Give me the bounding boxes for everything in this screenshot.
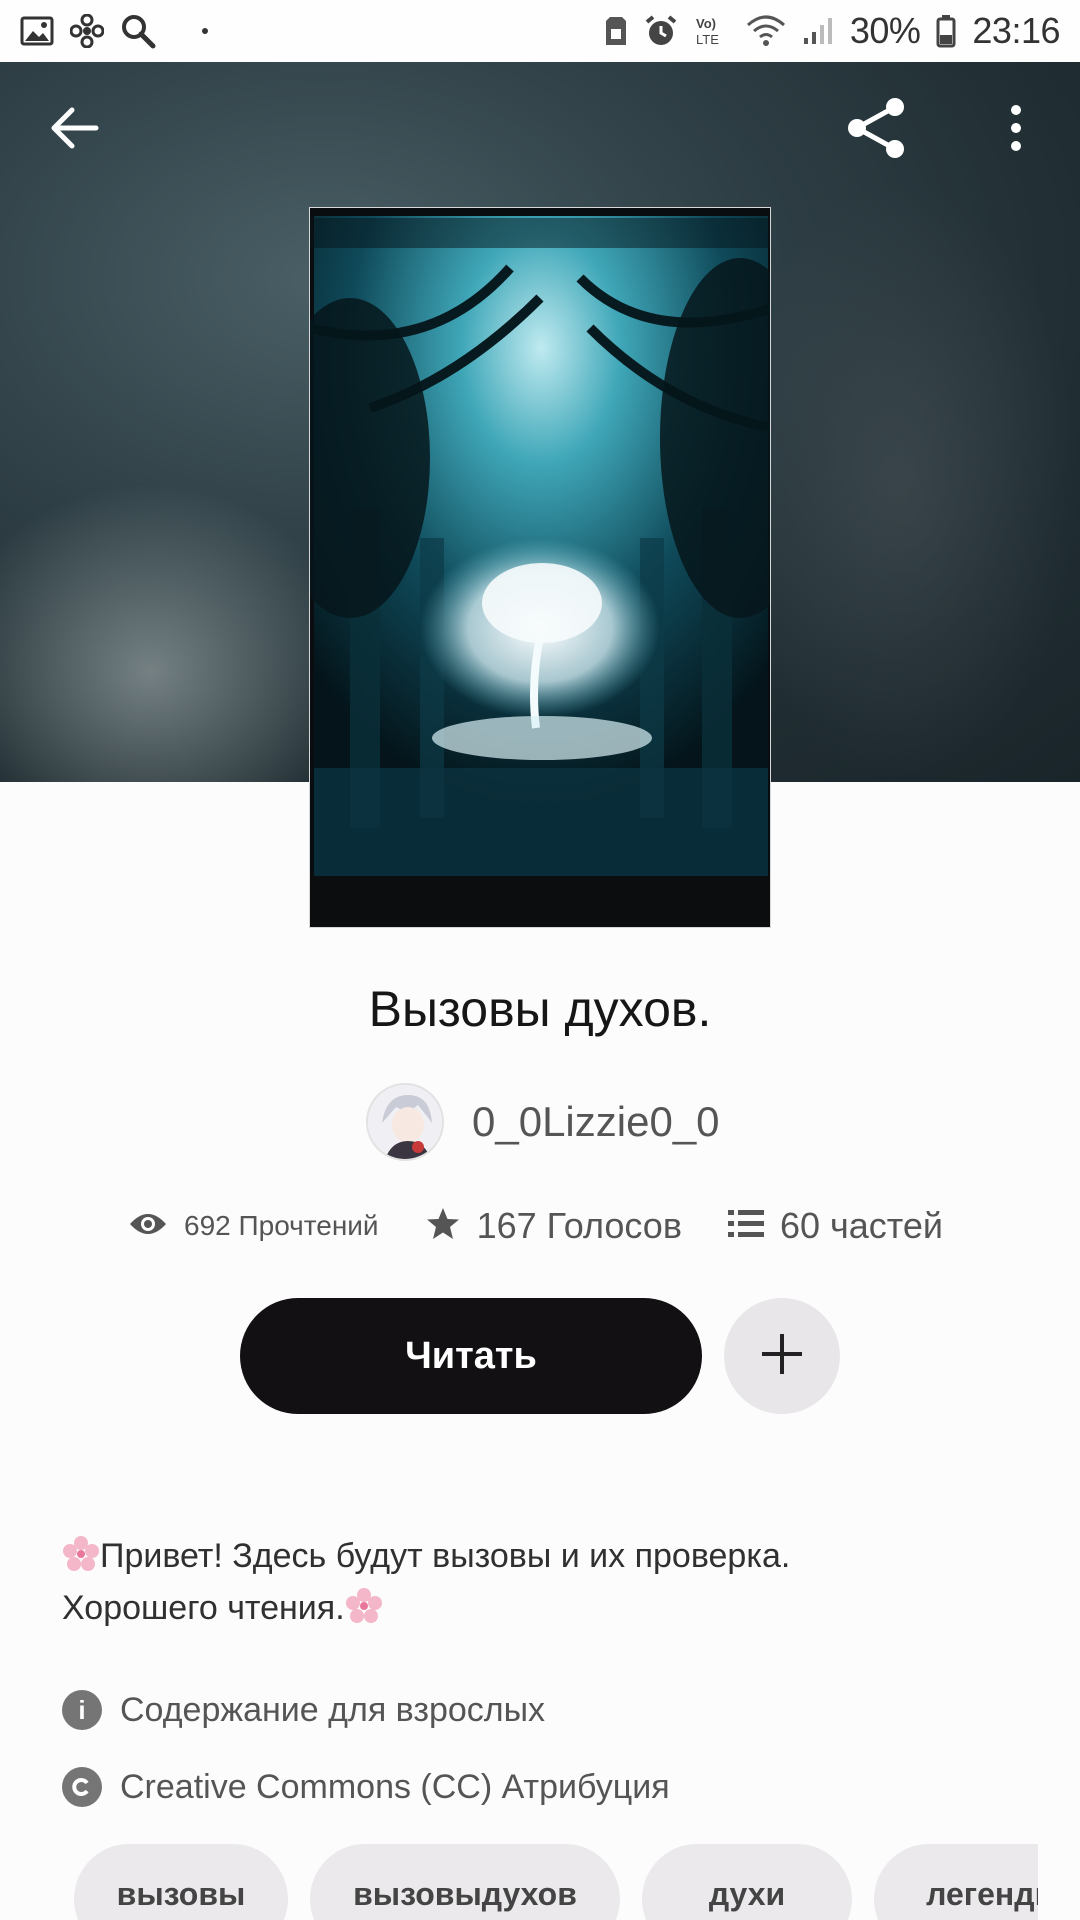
svg-text:Vo): Vo)	[696, 16, 716, 31]
author-link[interactable]: 0_0Lizzie0_0	[366, 1082, 720, 1162]
license-row: Creative Commons (CC) Атрибуция	[62, 1767, 670, 1807]
plus-icon	[760, 1332, 804, 1381]
share-button[interactable]	[848, 97, 908, 160]
tag-chip[interactable]: легенды	[874, 1844, 1038, 1920]
more-vertical-icon	[1008, 104, 1024, 157]
share-icon	[845, 95, 911, 166]
notification-dot-icon	[202, 28, 208, 34]
cherry-blossom-icon	[62, 1535, 100, 1573]
more-options-button[interactable]	[986, 100, 1046, 160]
wifi-icon	[746, 15, 786, 47]
parts-count[interactable]: 60 частей	[780, 1205, 943, 1247]
avatar[interactable]	[366, 1083, 444, 1161]
copyright-icon	[62, 1767, 102, 1807]
eye-icon	[128, 1210, 168, 1243]
read-button[interactable]: Читать	[240, 1298, 702, 1414]
story-description: Привет! Здесь будут вызовы и их проверка…	[62, 1530, 1022, 1634]
tag-chip[interactable]: вызовыдухов	[310, 1844, 620, 1920]
parts-stat[interactable]: 60 частей	[727, 1205, 943, 1247]
battery-percent: 30%	[849, 10, 921, 51]
reads-stat: 692 Прочтений	[128, 1210, 379, 1243]
search-icon	[120, 13, 156, 49]
author-name[interactable]: 0_0Lizzie0_0	[472, 1098, 720, 1146]
signal-icon	[802, 16, 834, 46]
description-line-1: Привет! Здесь будут вызовы и их проверка…	[100, 1537, 791, 1575]
tag-list: вызовы вызовыдухов духи легенды	[74, 1844, 1038, 1920]
list-icon	[727, 1208, 764, 1245]
votes-stat: 167 Голосов	[425, 1205, 682, 1247]
info-icon: i	[62, 1690, 102, 1730]
sim-icon	[604, 15, 628, 47]
status-bar: Vo) LTE 30% 23:16	[0, 0, 1080, 62]
tag-chip[interactable]: духи	[642, 1844, 852, 1920]
mature-content-row: i Содержание для взрослых	[62, 1690, 545, 1730]
add-to-library-button[interactable]	[724, 1298, 840, 1414]
tag-chip[interactable]: вызовы	[74, 1844, 288, 1920]
license-label: Creative Commons (CC) Атрибуция	[120, 1767, 670, 1806]
gallery-icon	[20, 16, 54, 46]
back-arrow-icon	[48, 104, 100, 157]
votes-count: 167 Голосов	[476, 1205, 682, 1246]
clock: 23:16	[972, 10, 1060, 51]
fan-icon	[70, 14, 104, 48]
cherry-blossom-icon	[345, 1587, 383, 1625]
battery-icon	[936, 14, 956, 48]
volte-icon: Vo) LTE	[694, 14, 730, 48]
alarm-icon	[644, 14, 678, 48]
story-cover-image[interactable]	[309, 207, 771, 928]
star-icon	[425, 1206, 461, 1247]
svg-text:LTE: LTE	[696, 32, 719, 47]
story-stats: 692 Прочтений 167 Голосов 60 частей	[128, 1205, 943, 1247]
description-line-2: Хорошего чтения.	[62, 1589, 345, 1627]
back-button[interactable]	[44, 100, 104, 160]
reads-count: 692 Прочтений	[184, 1210, 379, 1241]
story-title: Вызовы духов.	[368, 981, 712, 1037]
mature-label: Содержание для взрослых	[120, 1690, 546, 1729]
